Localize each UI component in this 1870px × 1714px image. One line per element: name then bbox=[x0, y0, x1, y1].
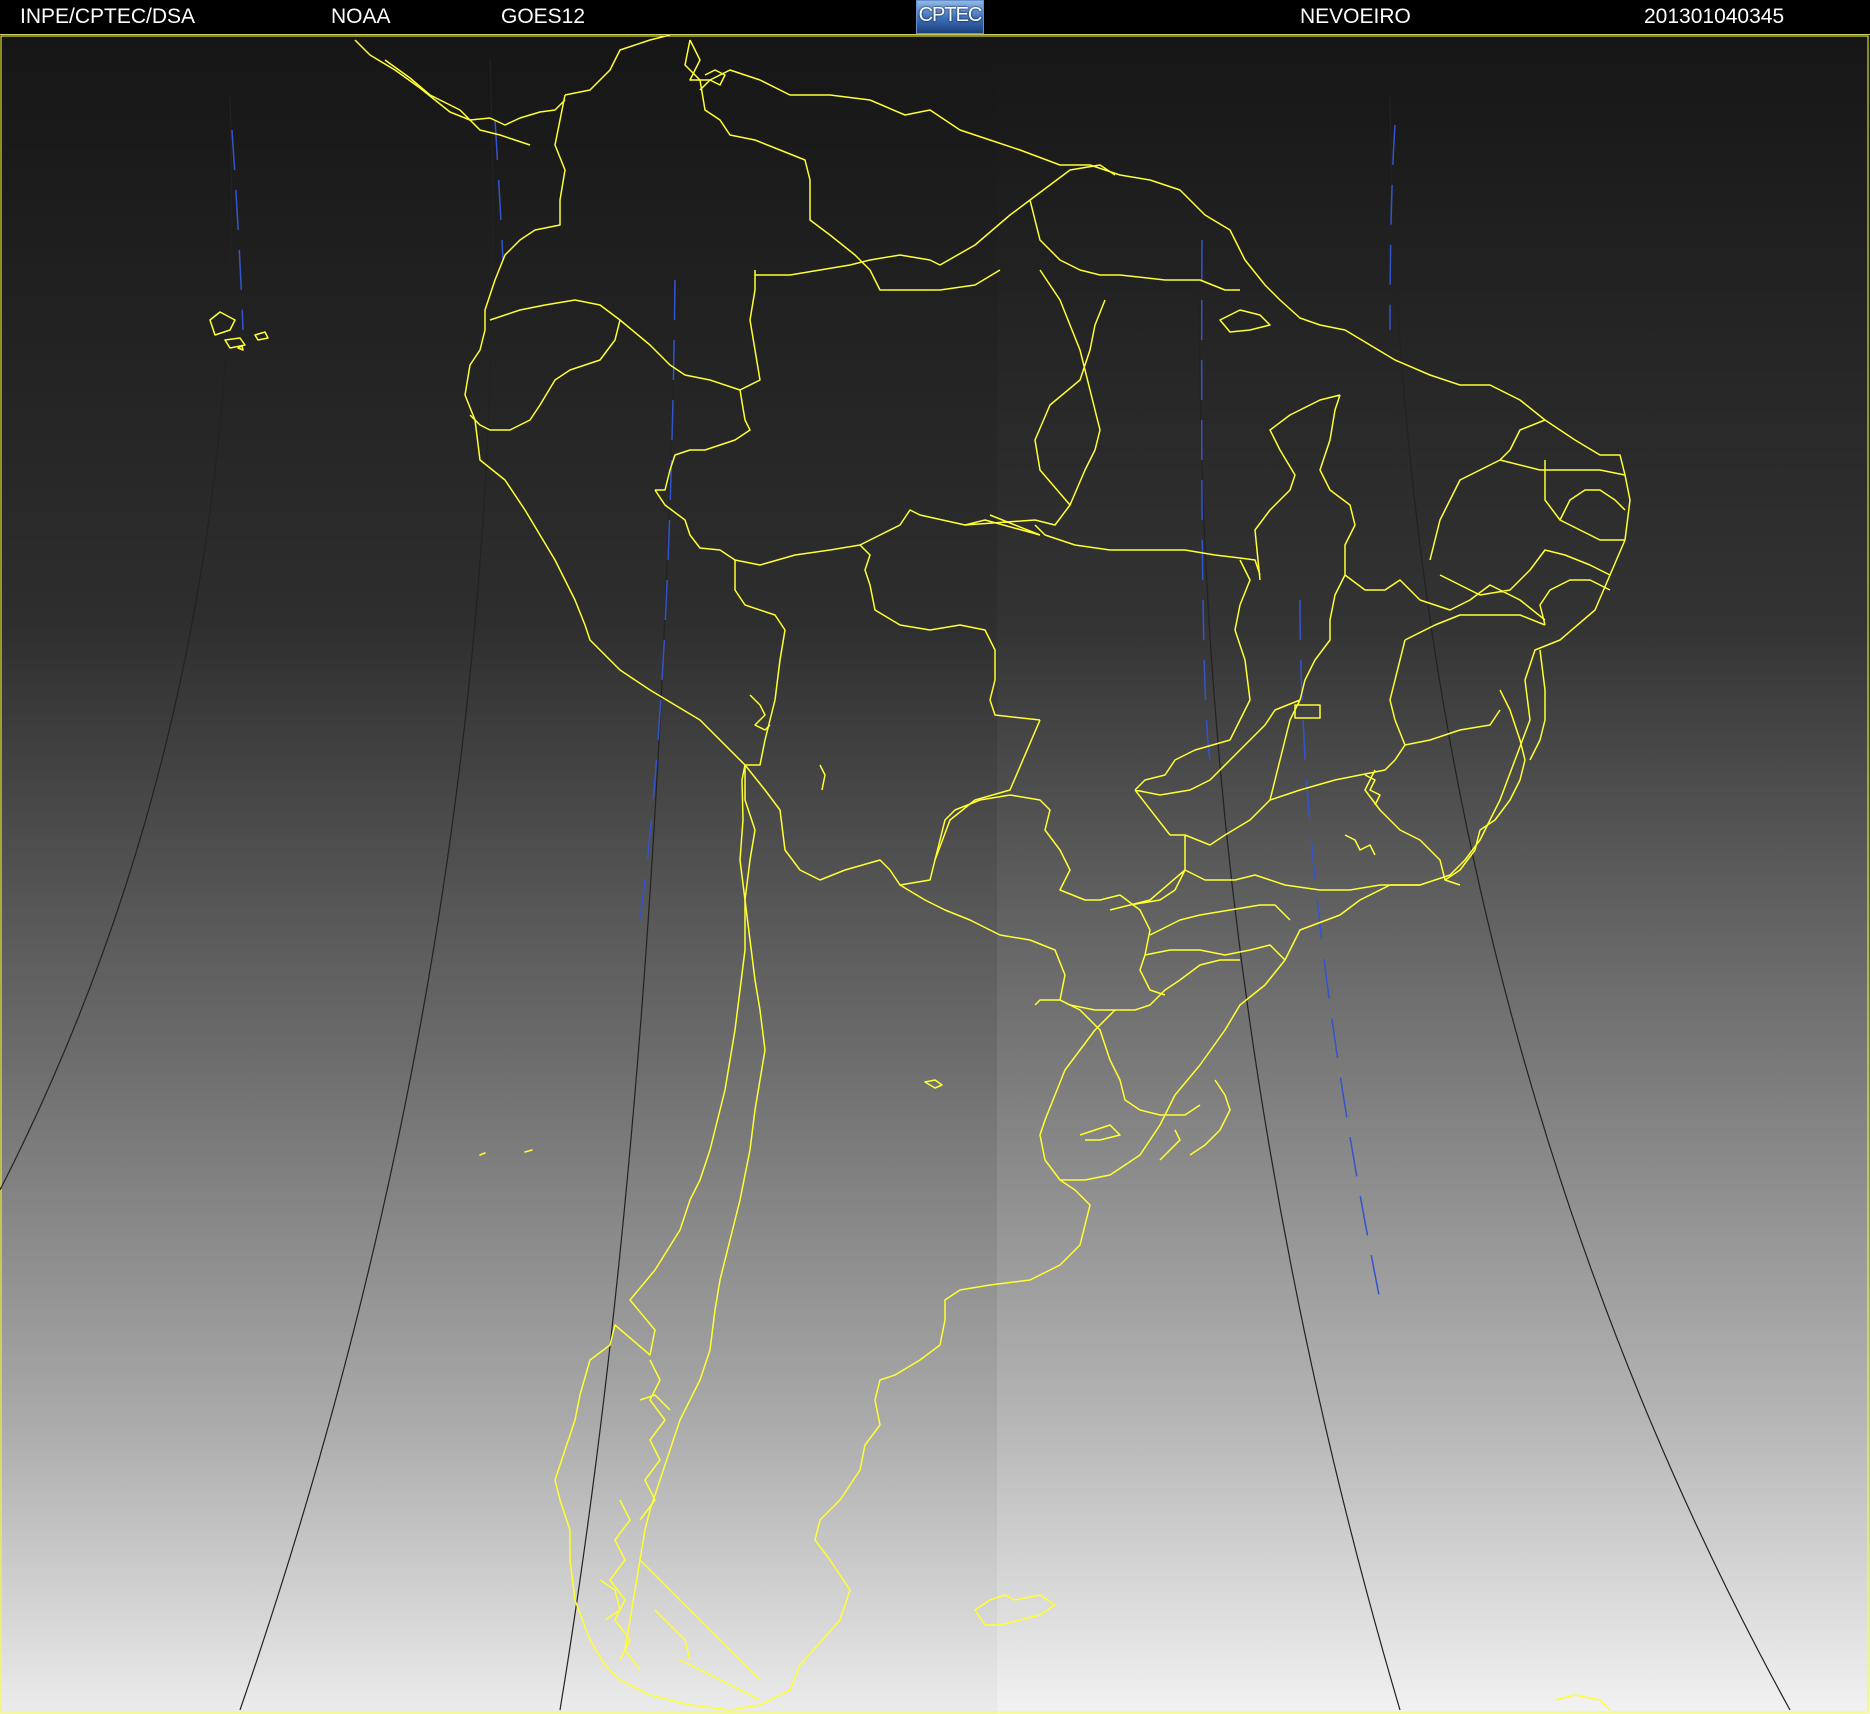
header-bar: INPE/CPTEC/DSA NOAA GOES12 CPTEC NEVOEIR… bbox=[0, 0, 1870, 35]
agency-label: NOAA bbox=[331, 5, 391, 28]
timestamp-label: 201301040345 bbox=[1644, 5, 1785, 28]
cptec-logo-text: CPTEC bbox=[918, 4, 983, 26]
cptec-logo: CPTEC bbox=[916, 0, 984, 34]
product-label: NEVOEIRO bbox=[1300, 5, 1411, 28]
satellite-label: GOES12 bbox=[501, 5, 586, 28]
image-background-right-panel bbox=[997, 35, 1870, 1714]
org-label: INPE/CPTEC/DSA bbox=[20, 5, 196, 28]
map-svg bbox=[0, 35, 1870, 1714]
satellite-map bbox=[0, 35, 1870, 1714]
